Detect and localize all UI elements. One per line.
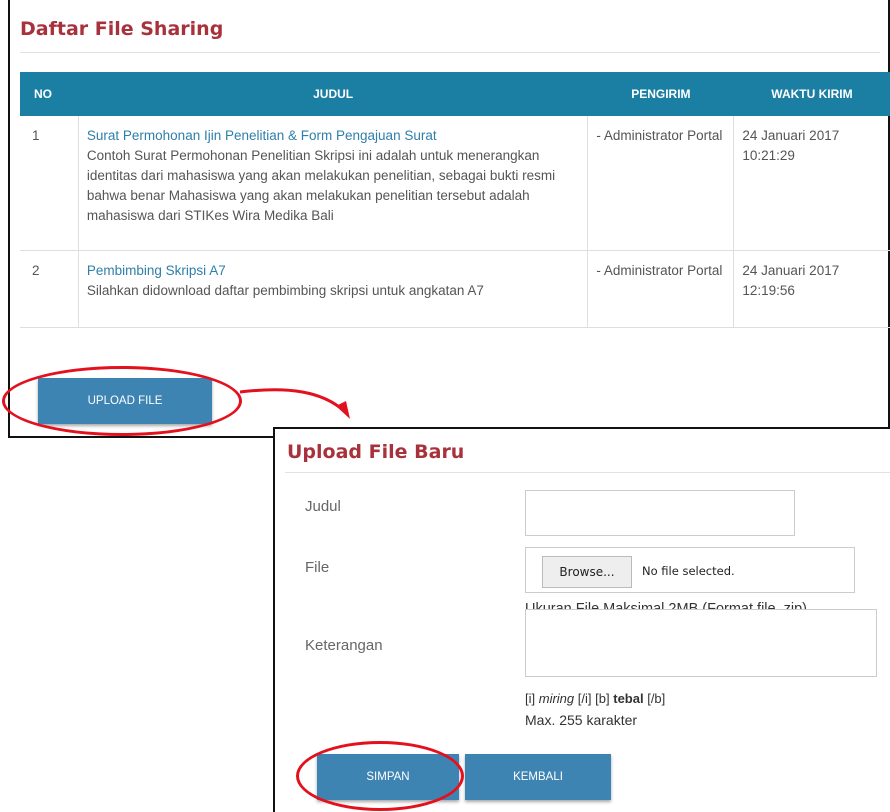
arrow-line (239, 388, 344, 412)
arrow-head-icon (336, 401, 350, 419)
annotation-arrow (239, 388, 350, 419)
